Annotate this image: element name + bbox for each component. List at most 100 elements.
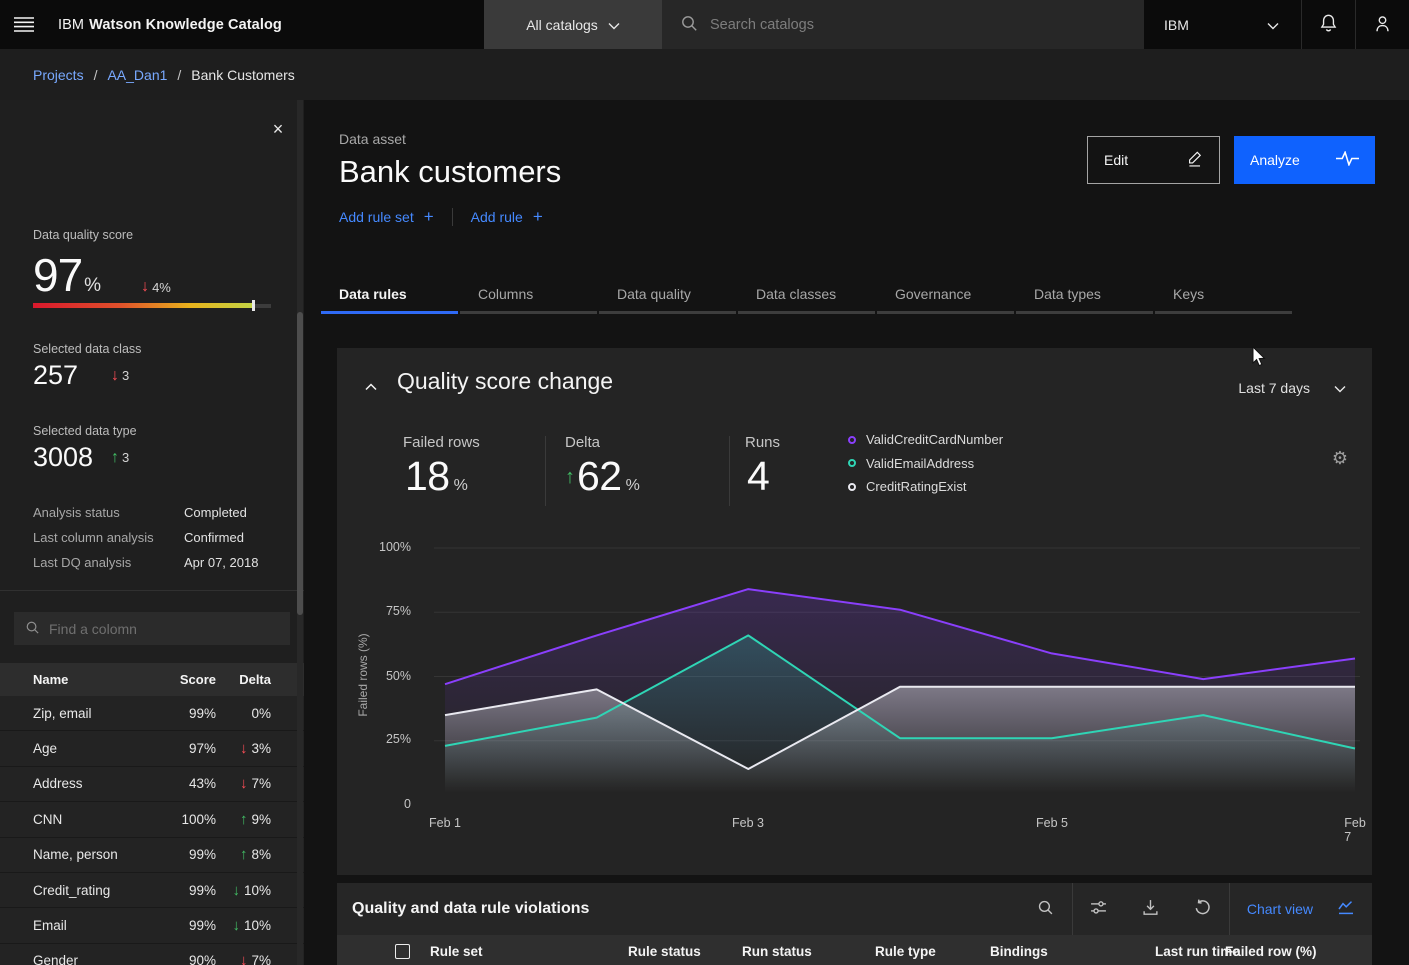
user-icon	[1372, 13, 1393, 37]
divider	[0, 590, 304, 591]
find-column-placeholder: Find a colomn	[49, 621, 137, 637]
column-score: 99%	[150, 883, 216, 898]
time-range-dropdown[interactable]: Last 7 days	[1238, 380, 1346, 396]
table-row[interactable]: Gender90%↓7%	[0, 944, 304, 965]
quality-score-unit: %	[84, 275, 101, 297]
status-row: Last column analysisConfirmed	[33, 525, 284, 550]
tab-label: Data rules	[339, 286, 407, 302]
tab-data-rules[interactable]: Data rules	[321, 278, 460, 314]
chart-view-label: Chart view	[1247, 901, 1313, 917]
legend-item-creditratingexist[interactable]: CreditRatingExist	[848, 479, 1003, 494]
stat-value: 18	[405, 453, 450, 500]
close-icon[interactable]: ×	[266, 117, 290, 141]
tab-columns[interactable]: Columns	[460, 278, 599, 314]
refresh-button[interactable]	[1177, 883, 1229, 935]
profile-button[interactable]	[1355, 0, 1409, 49]
violations-column-rule-type: Rule type	[875, 944, 936, 959]
data-class-delta: 3	[122, 368, 129, 383]
chart-view-toggle[interactable]: Chart view	[1230, 883, 1372, 935]
delta-value: 10%	[244, 918, 271, 933]
breadcrumb-item-aa-dan1[interactable]: AA_Dan1	[107, 67, 167, 83]
sidebar-scrollbar[interactable]	[297, 100, 303, 965]
violations-column-run-status: Run status	[742, 944, 812, 959]
status-value: Confirmed	[184, 530, 244, 545]
app-title: IBM Watson Knowledge Catalog	[48, 0, 484, 49]
table-row[interactable]: CNN100%↑9%	[0, 802, 304, 837]
delta-value: 3%	[251, 741, 271, 756]
notifications-button[interactable]	[1301, 0, 1355, 49]
column-name: Zip, email	[0, 706, 150, 721]
hamburger-icon	[14, 17, 34, 32]
trend-arrow-icon: ↓	[240, 776, 248, 791]
table-row[interactable]: Age97%↓3%	[0, 731, 304, 766]
legend-item-validemailaddress[interactable]: ValidEmailAddress	[848, 456, 1003, 471]
data-class-value: 257	[33, 360, 111, 391]
data-quality-sidebar: × Data quality score 97 % ↓ 4% Selected …	[0, 100, 304, 965]
column-delta: ↓7%	[216, 776, 304, 791]
chevron-down-icon	[608, 17, 620, 33]
legend-item-validcreditcardnumber[interactable]: ValidCreditCardNumber	[848, 432, 1003, 447]
trend-arrow-icon: ↓	[240, 953, 248, 965]
filter-adjust-button[interactable]	[1073, 883, 1125, 935]
tab-data-types[interactable]: Data types	[1016, 278, 1155, 314]
status-label: Analysis status	[33, 505, 184, 520]
analyze-button[interactable]: Analyze	[1234, 136, 1375, 184]
table-row[interactable]: Email99%↓10%	[0, 908, 304, 943]
stat-label: Failed rows	[403, 434, 480, 451]
download-button[interactable]	[1125, 883, 1177, 935]
search-placeholder: Search catalogs	[710, 17, 814, 33]
column-name: CNN	[0, 812, 150, 827]
trend-arrow-icon: ↑	[565, 467, 575, 487]
table-row[interactable]: Zip, email99%0%	[0, 696, 304, 731]
violations-toolbar: Chart view	[1020, 883, 1372, 935]
tab-data-classes[interactable]: Data classes	[738, 278, 877, 314]
tab-governance[interactable]: Governance	[877, 278, 1016, 314]
tab-data-quality[interactable]: Data quality	[599, 278, 738, 314]
edit-button[interactable]: Edit	[1087, 136, 1220, 184]
catalog-dropdown-label: All catalogs	[526, 17, 598, 33]
data-type-delta: 3	[122, 450, 129, 465]
scrollbar-thumb[interactable]	[297, 312, 303, 615]
header-name: Name	[0, 672, 150, 687]
global-search-input[interactable]: Search catalogs	[662, 0, 1144, 49]
status-row: Last DQ analysisApr 07, 2018	[33, 550, 284, 575]
divider	[545, 436, 546, 506]
search-icon	[680, 14, 698, 35]
delta-value: 8%	[251, 847, 271, 862]
select-all-checkbox[interactable]	[395, 944, 410, 959]
column-name: Credit_rating	[0, 883, 150, 898]
add-rule-set-button[interactable]: Add rule set +	[339, 207, 434, 227]
account-dropdown[interactable]: IBM	[1144, 0, 1301, 49]
find-column-input[interactable]: Find a colomn	[14, 612, 290, 645]
table-row[interactable]: Address43%↓7%	[0, 767, 304, 802]
table-row[interactable]: Credit_rating99%↓10%	[0, 873, 304, 908]
x-tick-label: Feb 1	[429, 816, 461, 830]
tab-label: Data quality	[617, 286, 691, 302]
breadcrumb: Projects/AA_Dan1/Bank Customers	[0, 49, 1409, 100]
column-score: 99%	[150, 918, 216, 933]
header-score: Score	[150, 672, 216, 687]
quality-score-delta: 4%	[152, 280, 171, 295]
stat-label: Runs	[745, 434, 780, 451]
breadcrumb-separator: /	[177, 67, 181, 83]
tab-underline	[1016, 311, 1153, 314]
tab-label: Data types	[1034, 286, 1101, 302]
collapse-button[interactable]	[365, 378, 377, 394]
column-delta: ↑9%	[216, 812, 304, 827]
search-icon	[25, 620, 40, 638]
quality-score-change-card: Quality score change Last 7 days Failed …	[337, 348, 1372, 875]
menu-button[interactable]	[0, 0, 48, 49]
search-button[interactable]	[1020, 883, 1072, 935]
trend-arrow-icon: ↑	[240, 812, 248, 827]
table-row[interactable]: Name, person99%↑8%	[0, 838, 304, 873]
tab-keys[interactable]: Keys	[1155, 278, 1294, 314]
gear-icon[interactable]: ⚙	[1328, 446, 1352, 470]
breadcrumb-item-projects[interactable]: Projects	[33, 67, 84, 83]
line-chart	[430, 540, 1360, 810]
chevron-down-icon	[1334, 380, 1346, 396]
legend-swatch-icon	[848, 436, 856, 444]
add-rule-button[interactable]: Add rule +	[471, 207, 543, 227]
catalog-dropdown[interactable]: All catalogs	[484, 0, 662, 49]
violations-table-header: Rule setRule statusRun statusRule typeBi…	[337, 935, 1372, 965]
time-range-label: Last 7 days	[1238, 380, 1310, 396]
